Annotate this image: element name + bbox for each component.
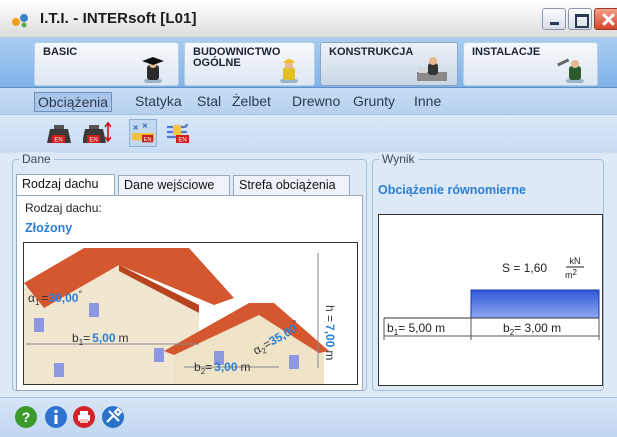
- category-inne[interactable]: Inne: [411, 92, 444, 110]
- module-instalacje-label: INSTALACJE: [472, 46, 541, 58]
- roof-type-label: Rodzaj dachu:: [25, 201, 102, 215]
- alpha1-eq: =: [41, 291, 48, 305]
- builder-icon: [280, 59, 298, 83]
- b2-result-label: b2= 3,00 m: [503, 321, 561, 337]
- module-budownictwo[interactable]: BUDOWNICTWO OGÓLNE: [184, 42, 315, 86]
- bottom-toolbar: ?: [0, 397, 617, 437]
- load-unit-den-base: m: [565, 270, 573, 280]
- load-diagram: S = 1,60 kN m2 b1= 5,00 m b2= 3,00 m: [378, 214, 603, 386]
- load-unit-den-exp: 2: [573, 268, 578, 277]
- svg-text:EN: EN: [178, 138, 186, 144]
- category-statyka[interactable]: Statyka: [132, 92, 185, 110]
- module-bar: BASIC BUDOWNICTWO OGÓLNE KONSTRUKCJA INS…: [0, 38, 617, 88]
- alpha1-sub: 1: [35, 298, 40, 307]
- settings-icon[interactable]: [101, 405, 125, 429]
- result-title: Obciążenie równomierne: [378, 183, 526, 197]
- h-unit: m: [323, 350, 337, 360]
- module-basic-label: BASIC: [43, 46, 78, 58]
- module-budownictwo-line2: OGÓLNE: [193, 57, 241, 69]
- load-diagram-svg: S = 1,60 kN m2 b1= 5,00 m b2= 3,00 m: [383, 256, 600, 340]
- weight-en-icon[interactable]: EN: [45, 119, 73, 147]
- tab-rodzaj-dachu[interactable]: Rodzaj dachu: [16, 174, 115, 196]
- maximize-button[interactable]: [568, 8, 592, 30]
- window-1: [34, 318, 44, 332]
- load-label: S = 1,60: [502, 261, 547, 275]
- svg-text:EN: EN: [144, 137, 152, 143]
- roof-figure: α1 =30,00° b1= 5,00 m b2= 3,00 m α2=35,00° h …: [23, 242, 358, 385]
- module-konstrukcja-label: KONSTRUKCJA: [329, 46, 414, 58]
- svg-text:EN: EN: [89, 138, 97, 144]
- tab-dane-wejsciowe[interactable]: Dane wejściowe: [118, 175, 230, 195]
- svg-text:?: ?: [22, 409, 31, 425]
- b1-eq: =: [83, 331, 90, 345]
- tool-strip: EN EN EN EN: [0, 115, 617, 153]
- category-grunty[interactable]: Grunty: [350, 92, 398, 110]
- load-bar: [470, 289, 600, 319]
- b1-unit: m: [119, 331, 129, 345]
- wind-en-icon[interactable]: EN: [164, 119, 192, 147]
- category-zelbet[interactable]: Żelbet: [229, 92, 274, 110]
- b1-result-text: = 5,00 m: [398, 321, 445, 335]
- weight-arrow-en-icon[interactable]: EN: [83, 119, 111, 147]
- module-budownictwo-label: BUDOWNICTWO OGÓLNE: [193, 47, 280, 69]
- category-obciazenia[interactable]: Obciążenia: [34, 92, 113, 112]
- window-title: I.T.I. - INTERsoft [L01]: [40, 10, 197, 27]
- b2-value: 3,00: [214, 360, 238, 374]
- alpha1-prefix: α: [28, 291, 35, 305]
- b1-value: 5,00: [92, 331, 116, 345]
- info-icon[interactable]: [44, 405, 68, 429]
- minimize-button[interactable]: [542, 8, 566, 30]
- h-prefix: h =: [323, 305, 337, 322]
- roof-type-value: Złożony: [25, 221, 73, 235]
- load-unit-num: kN: [570, 256, 581, 266]
- module-instalacje[interactable]: INSTALACJE: [463, 42, 598, 86]
- roof-illustration: α1 =30,00° b1= 5,00 m b2= 3,00 m α2=35,00° h …: [24, 248, 337, 384]
- dane-title: Dane: [19, 152, 54, 166]
- load-unit-den: m2: [565, 268, 578, 280]
- window-6: [289, 355, 299, 369]
- print-icon[interactable]: [72, 405, 96, 429]
- engineer-icon: [417, 57, 447, 81]
- category-stal[interactable]: Stal: [194, 92, 224, 110]
- app-logo-icon: [12, 14, 28, 28]
- snow-en-icon[interactable]: EN: [129, 119, 157, 147]
- window-4: [154, 348, 164, 362]
- rodzaj-dachu-panel: Rodzaj dachu: Złożony α1 =30,00° b1= 5,00 m…: [16, 195, 363, 391]
- module-basic[interactable]: BASIC: [34, 42, 179, 86]
- wynik-title: Wynik: [379, 152, 418, 166]
- h-value: 7,00: [323, 324, 337, 348]
- category-menu: Obciążenia Statyka Stal Żelbet Drewno Gr…: [0, 88, 617, 115]
- alpha1-value: 30,00: [48, 291, 78, 305]
- window-3: [54, 363, 64, 377]
- b2-eq: =: [205, 360, 212, 374]
- module-konstrukcja[interactable]: KONSTRUKCJA: [320, 42, 458, 86]
- b1-result-label: b1= 5,00 m: [387, 321, 445, 337]
- title-bar: I.T.I. - INTERsoft [L01]: [0, 0, 617, 38]
- category-drewno[interactable]: Drewno: [289, 92, 343, 110]
- tab-strefa-obciazenia[interactable]: Strefa obciążenia: [233, 175, 350, 195]
- h-label: h = 7,00 m: [323, 305, 337, 360]
- alpha1-unit: °: [78, 289, 82, 299]
- graduation-cap-icon: [142, 57, 164, 83]
- svg-text:EN: EN: [54, 138, 62, 144]
- close-button[interactable]: [594, 8, 617, 30]
- plumber-icon: [557, 58, 584, 83]
- b2-result-text: = 3,00 m: [514, 321, 561, 335]
- b2-unit: m: [241, 360, 251, 374]
- help-icon[interactable]: ?: [14, 405, 38, 429]
- window-2: [89, 303, 99, 317]
